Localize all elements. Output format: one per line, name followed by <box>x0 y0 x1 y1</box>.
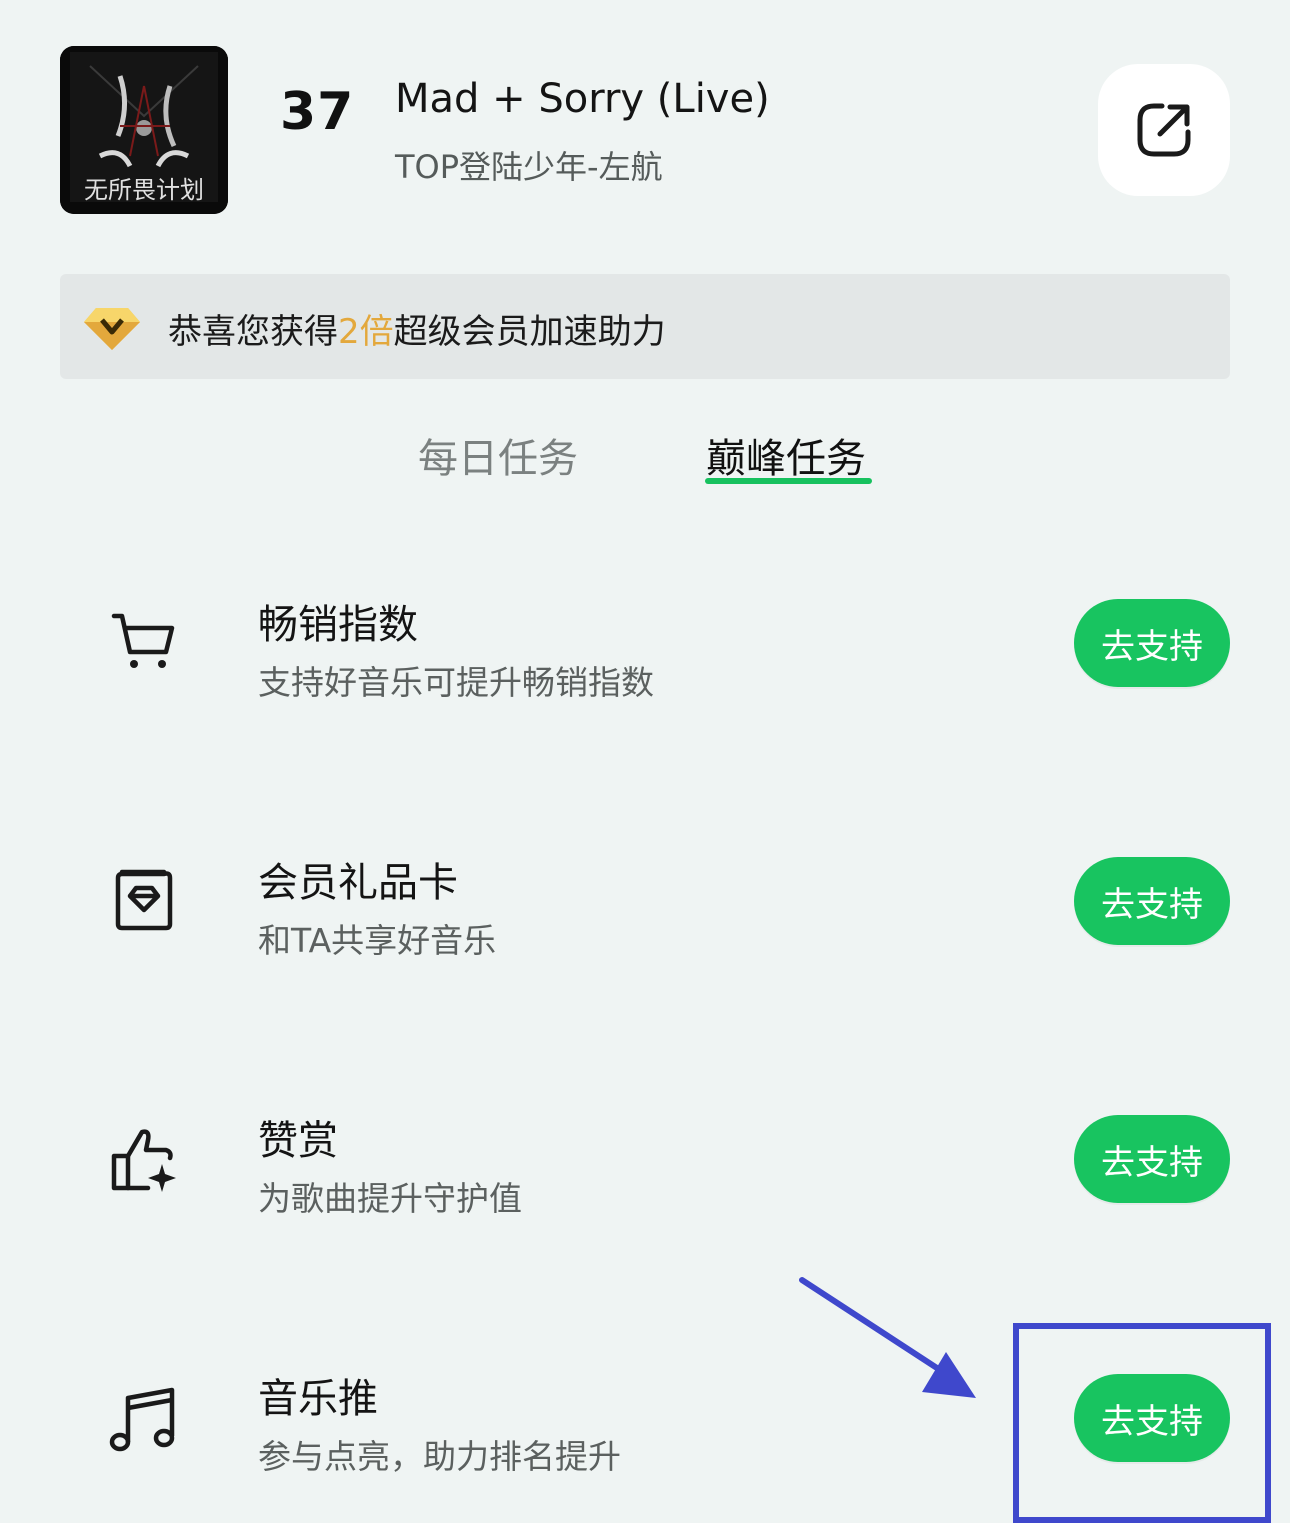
task-title: 畅销指数 <box>258 602 418 648</box>
active-tab-indicator <box>705 478 872 484</box>
song-artist: TOP登陆少年-左航 <box>395 148 663 186</box>
support-button[interactable]: 去支持 <box>1074 1115 1230 1203</box>
support-button[interactable]: 去支持 <box>1074 857 1230 945</box>
share-icon <box>1137 103 1191 157</box>
cover-text: 无所畏计划 <box>84 176 204 204</box>
thumbs-up-icon <box>111 1129 176 1192</box>
vip-boost-banner: 恭喜您获得2倍超级会员加速助力 <box>60 274 1230 379</box>
music-note-icon <box>109 1387 175 1452</box>
task-description: 为歌曲提升守护值 <box>258 1179 522 1218</box>
banner-multiplier: 2倍 <box>338 312 394 352</box>
tab-daily-tasks[interactable]: 每日任务 <box>418 426 578 484</box>
task-title: 会员礼品卡 <box>258 860 458 906</box>
task-description: 支持好音乐可提升畅销指数 <box>258 663 654 702</box>
banner-prefix: 恭喜您获得 <box>168 312 338 352</box>
banner-suffix: 超级会员加速助力 <box>393 312 666 352</box>
share-button[interactable] <box>1098 64 1230 196</box>
task-title: 音乐推 <box>258 1376 378 1422</box>
gift-card-icon <box>115 869 173 931</box>
support-button[interactable]: 去支持 <box>1074 599 1230 687</box>
rank-number: 37 <box>280 82 355 142</box>
banner-message: 恭喜您获得2倍超级会员加速助力 <box>168 304 666 353</box>
task-description: 参与点亮，助力排名提升 <box>258 1437 621 1476</box>
annotation-arrow-icon <box>799 1277 976 1398</box>
task-title: 赞赏 <box>258 1118 338 1164</box>
task-description: 和TA共享好音乐 <box>258 921 497 960</box>
cart-icon <box>111 613 175 668</box>
album-cover[interactable]: 无所畏计划 <box>60 46 228 214</box>
annotation-highlight-box <box>1013 1323 1271 1523</box>
album-art: 无所畏计划 <box>60 46 228 214</box>
diamond-icon <box>84 308 140 350</box>
song-title: Mad + Sorry (Live) <box>395 76 770 122</box>
tab-peak-tasks[interactable]: 巅峰任务 <box>706 426 866 484</box>
